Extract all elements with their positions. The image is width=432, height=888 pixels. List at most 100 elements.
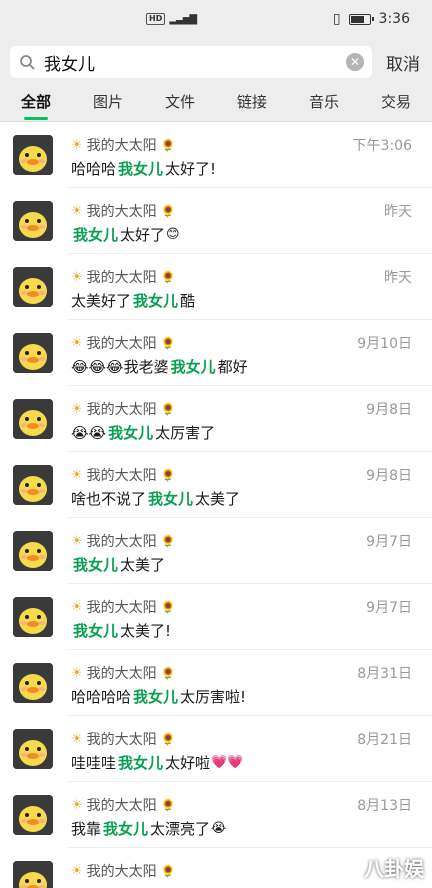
row-body: ☀ 我的大太阳 🌻 9月10日 😂😂😂我老婆 我女儿 都好 xyxy=(68,320,432,386)
contact-name-text: 我的大太阳 xyxy=(86,798,157,814)
message-suffix: 酷 xyxy=(180,292,196,310)
message-suffix: 太美了 xyxy=(195,490,241,508)
contact-name-text: 我的大太阳 xyxy=(86,138,157,154)
message-time: 9月7日 xyxy=(366,600,412,616)
row-body: ☀ 我的大太阳 🌻 昨天 太美好了 我女儿 酷 xyxy=(68,254,432,320)
search-box[interactable]: ✕ xyxy=(10,46,372,78)
message-time: 8月13日 xyxy=(357,798,412,814)
search-result-row[interactable]: ☀ 我的大太阳 🌻 9月8日 啥也不说了 我女儿 太美了 xyxy=(0,452,432,518)
search-input[interactable] xyxy=(44,52,338,72)
tab-music[interactable]: 音乐 xyxy=(288,86,360,122)
sunflower-emoji-icon: 🌻 xyxy=(160,402,176,416)
status-left: HD ▂▃▅▇ xyxy=(146,13,197,25)
message-emoji: 😭 xyxy=(211,821,227,836)
search-results: ☀ 我的大太阳 🌻 下午3:06 哈哈哈 我女儿 太好了! ☀ 我的大太阳 🌻 昨天 我女儿 太好了 😊… xyxy=(0,122,432,888)
row-body: ☀ 我的大太阳 🌻 8月13日 我靠 我女儿 太漂亮了 😭 xyxy=(68,782,432,848)
message-time: 8月21日 xyxy=(357,732,412,748)
contact-name: ☀ 我的大太阳 🌻 xyxy=(71,729,176,749)
search-result-row[interactable]: ☀ 我的大太阳 🌻 9月7日 我女儿 太美了! xyxy=(0,584,432,650)
search-result-row[interactable]: ☀ 我的大太阳 🌻 昨天 我女儿 太好了 😊 xyxy=(0,188,432,254)
highlighted-keyword: 我女儿 xyxy=(108,424,154,442)
highlighted-keyword: 我女儿 xyxy=(118,160,164,178)
watermark: 八卦娱 xyxy=(364,857,424,881)
tab-transactions[interactable]: 交易 xyxy=(360,86,432,122)
filter-tabs: 全部 图片 文件 链接 音乐 交易 xyxy=(0,86,432,122)
contact-name: ☀ 我的大太阳 🌻 xyxy=(71,597,176,617)
contact-name-text: 我的大太阳 xyxy=(86,204,157,220)
row-body: ☀ 我的大太阳 🌻 9月8日 😭😭 我女儿 太厉害了 xyxy=(68,386,432,452)
sunflower-emoji-icon: 🌻 xyxy=(160,666,176,680)
cancel-button[interactable]: 取消 xyxy=(384,50,422,75)
contact-name: ☀ 我的大太阳 🌻 xyxy=(71,531,176,551)
message-snippet: 我女儿 太美了 xyxy=(71,554,167,575)
message-time: 9月8日 xyxy=(366,402,412,418)
sunflower-emoji-icon: 🌻 xyxy=(160,534,176,548)
avatar xyxy=(13,333,53,373)
message-time: 8月31日 xyxy=(357,666,412,682)
highlighted-keyword: 我女儿 xyxy=(133,688,179,706)
row-body: ☀ 我的大太阳 🌻 9月7日 我女儿 太美了! xyxy=(68,584,432,650)
message-prefix: 哇哇哇 xyxy=(71,754,117,772)
signal-icon: ▂▃▅▇ xyxy=(169,13,197,25)
vibrate-icon: ▯ xyxy=(332,11,341,27)
message-prefix: 啥也不说了 xyxy=(71,490,147,508)
contact-name-text: 我的大太阳 xyxy=(86,666,157,682)
tab-files[interactable]: 文件 xyxy=(144,86,216,122)
message-snippet: 😂😂😂我老婆 我女儿 都好 xyxy=(71,356,250,377)
search-result-row[interactable]: ☀ 我的大太阳 🌻 9月7日 我女儿 太美了 xyxy=(0,518,432,584)
message-emoji: 💗💗 xyxy=(211,755,244,770)
message-snippet: 啥也不说了 我女儿 太美了 xyxy=(71,488,242,509)
search-result-row[interactable]: ☀ 我的大太阳 🌻 9月8日 😭😭 我女儿 太厉害了 xyxy=(0,386,432,452)
row-body: ☀ 我的大太阳 🌻 8月21日 哇哇哇 我女儿 太好啦 💗💗 xyxy=(68,716,432,782)
sun-emoji-icon: ☀ xyxy=(71,401,83,417)
sunflower-emoji-icon: 🌻 xyxy=(160,864,176,878)
row-body: ☀ 我的大太阳 🌻 下午3:06 哈哈哈 我女儿 太好了! xyxy=(68,122,432,188)
highlighted-keyword: 我女儿 xyxy=(118,754,164,772)
avatar xyxy=(13,201,53,241)
contact-name: ☀ 我的大太阳 🌻 xyxy=(71,399,176,419)
tab-links[interactable]: 链接 xyxy=(216,86,288,122)
message-suffix: 太好了 xyxy=(120,226,166,244)
message-suffix: 太厉害了 xyxy=(155,424,216,442)
sun-emoji-icon: ☀ xyxy=(71,863,83,879)
sunflower-emoji-icon: 🌻 xyxy=(160,600,176,614)
status-bar: HD ▂▃▅▇ ▯ 3:36 xyxy=(0,0,432,38)
message-snippet: 我女儿 太好了 😊 xyxy=(71,224,181,245)
search-result-row[interactable]: ☀ 我的大太阳 🌻 8月31日哈哈哈哈 我女儿 太厉害啦! xyxy=(0,650,432,716)
message-prefix: 我靠 xyxy=(71,820,102,838)
search-result-row[interactable]: ☀ 我的大太阳 🌻 8月21日 哇哇哇 我女儿 太好啦 💗💗 xyxy=(0,716,432,782)
search-result-row[interactable]: ☀ 我的大太阳 🌻 下午3:06 哈哈哈 我女儿 太好了! xyxy=(0,122,432,188)
clear-icon[interactable]: ✕ xyxy=(346,53,364,71)
message-suffix: 太厉害啦! xyxy=(180,688,247,706)
search-result-row[interactable]: ☀ 我的大太阳 🌻 8月13日 我靠 我女儿 太漂亮了 😭 xyxy=(0,782,432,848)
message-snippet: 哈哈哈哈 我女儿 太厉害啦! xyxy=(71,686,248,707)
search-result-row[interactable]: ☀ 我的大太阳 🌻 昨天 太美好了 我女儿 酷 xyxy=(0,254,432,320)
contact-name-text: 我的大太阳 xyxy=(86,270,157,286)
avatar xyxy=(13,531,53,571)
message-emoji: 😊 xyxy=(166,227,180,242)
hd-badge: HD xyxy=(146,13,166,25)
search-bar: ✕ 取消 xyxy=(0,38,432,86)
avatar xyxy=(13,795,53,835)
tab-all[interactable]: 全部 xyxy=(0,86,72,122)
avatar xyxy=(13,663,53,703)
message-snippet: 😭😭 我女儿 太厉害了 xyxy=(71,422,217,443)
sun-emoji-icon: ☀ xyxy=(71,797,83,813)
message-time: 下午3:06 xyxy=(352,138,412,154)
avatar xyxy=(13,597,53,637)
avatar xyxy=(13,465,53,505)
search-result-row[interactable]: ☀ 我的大太阳 🌻 9月10日 😂😂😂我老婆 我女儿 都好 xyxy=(0,320,432,386)
tab-images[interactable]: 图片 xyxy=(72,86,144,122)
sunflower-emoji-icon: 🌻 xyxy=(160,204,176,218)
message-prefix: 哈哈哈哈 xyxy=(71,688,132,706)
contact-name-text: 我的大太阳 xyxy=(86,732,157,748)
avatar xyxy=(13,267,53,307)
highlighted-keyword: 我女儿 xyxy=(103,820,149,838)
highlighted-keyword: 我女儿 xyxy=(73,226,119,244)
sun-emoji-icon: ☀ xyxy=(71,665,83,681)
sun-emoji-icon: ☀ xyxy=(71,533,83,549)
contact-name: ☀ 我的大太阳 🌻 xyxy=(71,795,176,815)
avatar xyxy=(13,861,53,888)
contact-name-text: 我的大太阳 xyxy=(86,600,157,616)
message-snippet: 太美好了 我女儿 酷 xyxy=(71,290,197,311)
